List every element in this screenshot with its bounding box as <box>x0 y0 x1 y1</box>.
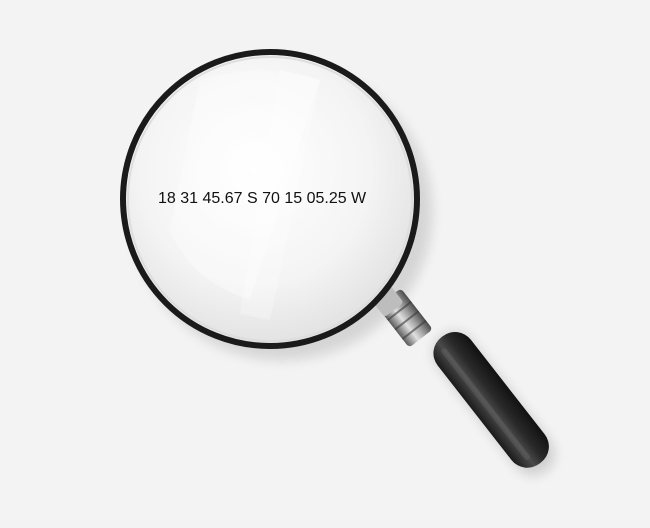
lens-coordinates-text: 18 31 45.67 S 70 15 05.25 W <box>158 190 367 207</box>
handle <box>433 331 549 468</box>
magnifying-glass-icon <box>120 49 555 476</box>
